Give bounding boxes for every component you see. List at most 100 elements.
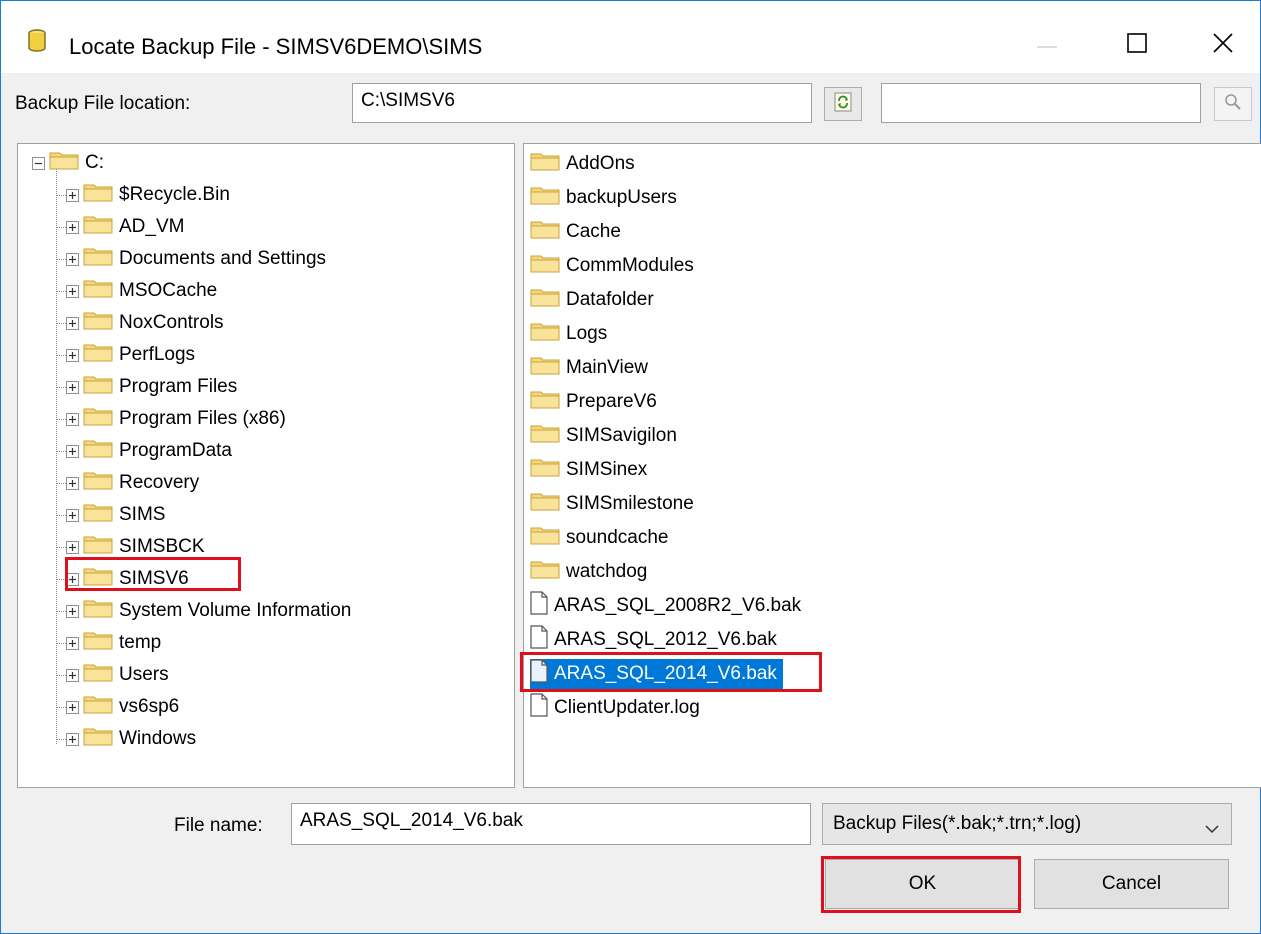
folder-tree[interactable]: C: $Recycle.Bin AD_VM Documents and Setting…	[17, 143, 515, 788]
file-item-label: backupUsers	[566, 187, 677, 208]
expand-icon[interactable]	[66, 540, 79, 554]
file-name-input[interactable]: ARAS_SQL_2014_V6.bak	[291, 803, 811, 845]
file-list-item[interactable]: SIMSmilestone	[530, 489, 700, 519]
folder-icon	[530, 491, 560, 517]
file-item-label: ClientUpdater.log	[554, 697, 700, 718]
tree-item[interactable]: PerfLogs	[66, 340, 195, 370]
backup-location-input[interactable]: C:\SIMSV6	[352, 83, 812, 123]
file-list-item[interactable]: soundcache	[530, 523, 674, 553]
refresh-icon	[834, 92, 852, 117]
tree-item[interactable]: MSOCache	[66, 276, 217, 306]
file-list-item[interactable]: SIMSavigilon	[530, 421, 683, 451]
tree-item-root[interactable]: C:	[32, 148, 104, 178]
folder-icon	[530, 287, 560, 313]
tree-item-label: SIMSV6	[119, 568, 189, 589]
folder-icon	[83, 406, 113, 432]
chevron-down-icon	[1205, 818, 1219, 840]
folder-icon	[83, 566, 113, 592]
tree-item[interactable]: SIMS	[66, 500, 165, 530]
file-list-item[interactable]: Cache	[530, 217, 627, 247]
file-list-item[interactable]: ClientUpdater.log	[530, 693, 706, 723]
expand-icon[interactable]	[66, 668, 79, 682]
tree-item[interactable]: Recovery	[66, 468, 199, 498]
file-list-item[interactable]: backupUsers	[530, 183, 683, 213]
file-item-label: Cache	[566, 221, 621, 242]
file-list-item[interactable]: CommModules	[530, 251, 700, 281]
tree-item-label: Windows	[119, 728, 197, 749]
tree-item[interactable]: Program Files (x86)	[66, 404, 286, 434]
tree-item[interactable]: ProgramData	[66, 436, 232, 466]
file-list-item[interactable]: MainView	[530, 353, 654, 383]
ok-button[interactable]: OK	[825, 859, 1020, 909]
file-list-item[interactable]: PrepareV6	[530, 387, 663, 417]
folder-icon	[83, 630, 113, 656]
tree-item[interactable]: Program Files	[66, 372, 237, 402]
expand-icon[interactable]	[66, 316, 79, 330]
tree-item[interactable]: SIMSV6	[66, 564, 189, 594]
file-item-label: watchdog	[566, 561, 648, 582]
minimize-button[interactable]	[1011, 17, 1083, 73]
refresh-button[interactable]	[824, 87, 862, 121]
expand-icon[interactable]	[66, 348, 79, 362]
file-list-item-selected[interactable]: ARAS_SQL_2014_V6.bak	[530, 659, 783, 689]
tree-item[interactable]: Users	[66, 660, 169, 690]
expand-icon[interactable]	[66, 284, 79, 298]
expand-icon[interactable]	[66, 412, 79, 426]
file-list[interactable]: AddOns backupUsers Cache CommModules Datafol…	[523, 143, 1261, 788]
expand-icon[interactable]	[66, 636, 79, 650]
expand-icon[interactable]	[66, 700, 79, 714]
tree-item-label: Users	[119, 664, 169, 685]
folder-icon	[83, 470, 113, 496]
expand-icon[interactable]	[66, 220, 79, 234]
file-item-label: PrepareV6	[566, 391, 657, 412]
cancel-button[interactable]: Cancel	[1034, 859, 1229, 909]
tree-item-label: vs6sp6	[119, 696, 180, 717]
close-icon	[1213, 32, 1233, 58]
file-list-item[interactable]: ARAS_SQL_2008R2_V6.bak	[530, 591, 807, 621]
file-list-item[interactable]: AddOns	[530, 149, 641, 179]
collapse-icon[interactable]	[32, 156, 45, 170]
expand-icon[interactable]	[66, 604, 79, 618]
expand-icon[interactable]	[66, 732, 79, 746]
expand-icon[interactable]	[66, 476, 79, 490]
file-type-select[interactable]: Backup Files(*.bak;*.trn;*.log)	[822, 803, 1232, 845]
document-icon	[530, 625, 548, 655]
tree-item[interactable]: SIMSBCK	[66, 532, 205, 562]
maximize-icon	[1127, 32, 1147, 58]
tree-item-label: Program Files (x86)	[119, 408, 286, 429]
tree-item[interactable]: vs6sp6	[66, 692, 179, 722]
file-list-item[interactable]: SIMSinex	[530, 455, 653, 485]
expand-icon[interactable]	[66, 188, 79, 202]
tree-item-label: Recovery	[119, 472, 200, 493]
close-button[interactable]	[1187, 17, 1259, 73]
expand-icon[interactable]	[66, 444, 79, 458]
tree-item[interactable]: NoxControls	[66, 308, 224, 338]
file-list-item[interactable]: ARAS_SQL_2012_V6.bak	[530, 625, 783, 655]
search-input[interactable]	[881, 83, 1201, 123]
expand-icon[interactable]	[66, 252, 79, 266]
title-bar[interactable]: Locate Backup File - SIMSV6DEMO\SIMS	[1, 1, 1260, 73]
window-title: Locate Backup File - SIMSV6DEMO\SIMS	[69, 34, 483, 59]
folder-icon	[83, 598, 113, 624]
folder-icon	[530, 219, 560, 245]
tree-item[interactable]: System Volume Information	[66, 596, 351, 626]
tree-item-label: Documents and Settings	[119, 248, 327, 269]
document-icon	[530, 693, 548, 723]
folder-icon	[530, 389, 560, 415]
file-list-item[interactable]: watchdog	[530, 557, 653, 587]
expand-icon[interactable]	[66, 380, 79, 394]
tree-item[interactable]: Windows	[66, 724, 196, 754]
tree-item[interactable]: AD_VM	[66, 212, 184, 242]
folder-icon	[49, 150, 79, 176]
file-list-item[interactable]: Logs	[530, 319, 613, 349]
file-item-label: SIMSinex	[566, 459, 648, 480]
search-icon	[1224, 93, 1242, 116]
search-button[interactable]	[1214, 87, 1252, 121]
maximize-button[interactable]	[1101, 17, 1173, 73]
tree-item[interactable]: Documents and Settings	[66, 244, 326, 274]
tree-item[interactable]: $Recycle.Bin	[66, 180, 230, 210]
file-list-item[interactable]: Datafolder	[530, 285, 660, 315]
expand-icon[interactable]	[66, 572, 79, 586]
expand-icon[interactable]	[66, 508, 79, 522]
tree-item[interactable]: temp	[66, 628, 161, 658]
